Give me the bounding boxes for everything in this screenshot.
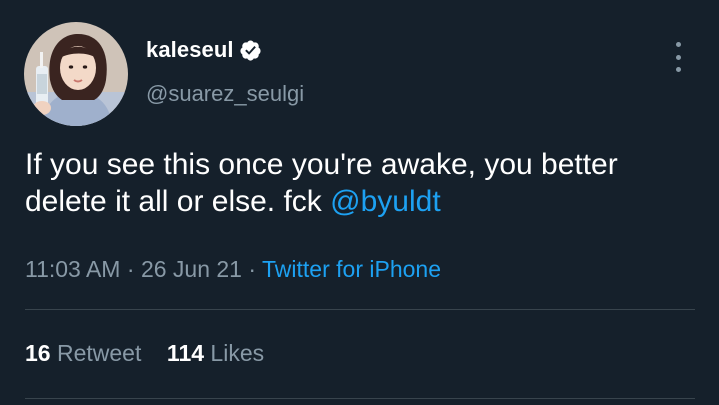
tweet-time[interactable]: 11:03 AM (25, 256, 120, 282)
likes-label: Likes (210, 340, 265, 366)
tweet-date[interactable]: 26 Jun 21 (141, 256, 242, 282)
avatar[interactable] (24, 22, 128, 126)
divider (25, 398, 695, 399)
mention-link[interactable]: @byuldt (330, 185, 441, 218)
display-name[interactable]: kaleseul (146, 37, 234, 63)
tweet-text: If you see this once you're awake, you b… (25, 146, 685, 220)
retweet-count: 16 (25, 340, 51, 366)
more-vertical-icon[interactable] (669, 42, 687, 72)
verified-badge-icon (239, 39, 262, 62)
likes-stat[interactable]: 114 Likes (167, 340, 264, 366)
avatar-photo (24, 22, 128, 126)
retweet-label: Retweet (56, 340, 142, 366)
author-name-row[interactable]: kaleseul (146, 36, 262, 64)
more-dot (675, 67, 681, 72)
more-dot (675, 54, 681, 60)
retweet-stat[interactable]: 16 Retweet (25, 340, 141, 366)
meta-separator: · (248, 256, 257, 282)
meta-separator: · (126, 256, 135, 282)
tweet-meta: 11:03 AM · 26 Jun 21 · Twitter for iPhon… (25, 256, 441, 283)
tweet-stats: 16 Retweet 114 Likes (25, 340, 264, 367)
tweet-text-body: If you see this once you're awake, you b… (25, 148, 618, 218)
divider (25, 309, 695, 310)
author-handle[interactable]: @suarez_seulgi (146, 81, 304, 107)
tweet-source-link[interactable]: Twitter for iPhone (262, 256, 441, 282)
like-count: 114 (166, 340, 205, 366)
more-dot (675, 42, 681, 47)
